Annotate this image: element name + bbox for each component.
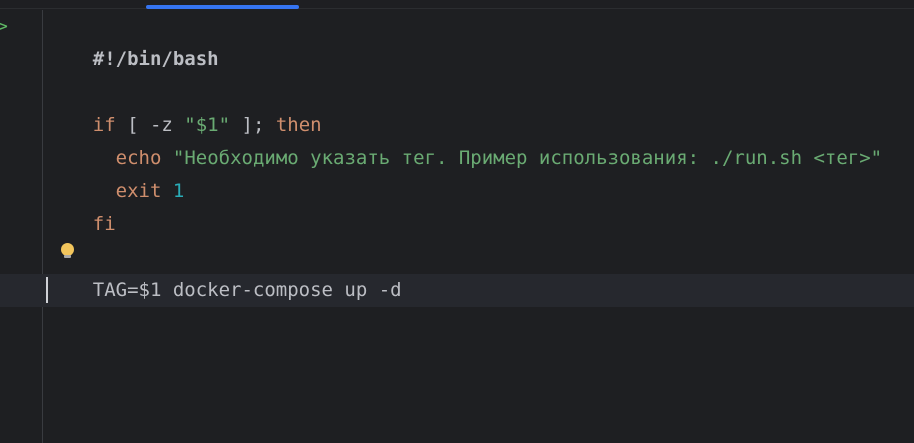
keyword-exit: exit	[115, 180, 162, 202]
gutter-divider	[42, 10, 43, 443]
echo-message: "Необходимо указать тег. Пример использо…	[172, 147, 883, 169]
exit-code: 1	[172, 180, 185, 202]
active-tab-indicator	[146, 5, 299, 9]
code-editor[interactable]: > #!/bin/bash if [ -z "$1" ]; then echo …	[0, 0, 914, 443]
code-line-4[interactable]: echo "Необходимо указать тег. Пример исп…	[47, 109, 882, 169]
shebang-text: #!/bin/bash	[92, 48, 219, 70]
code-line-6[interactable]: fi	[47, 175, 116, 235]
editor-tab-bar-border	[0, 0, 914, 9]
code-line-8[interactable]: TAG=$1 docker-compose up -d	[47, 241, 402, 301]
code-line-3[interactable]: if [ -z "$1" ]; then	[47, 76, 322, 136]
docker-command: TAG=$1 docker-compose up -d	[92, 279, 402, 301]
code-line-1[interactable]: #!/bin/bash	[47, 10, 219, 70]
run-gutter-icon[interactable]: >	[0, 14, 8, 40]
keyword-fi: fi	[92, 213, 116, 235]
lightbulb-base	[64, 255, 71, 258]
code-line-5[interactable]: exit 1	[47, 142, 185, 202]
text-caret	[46, 277, 48, 303]
